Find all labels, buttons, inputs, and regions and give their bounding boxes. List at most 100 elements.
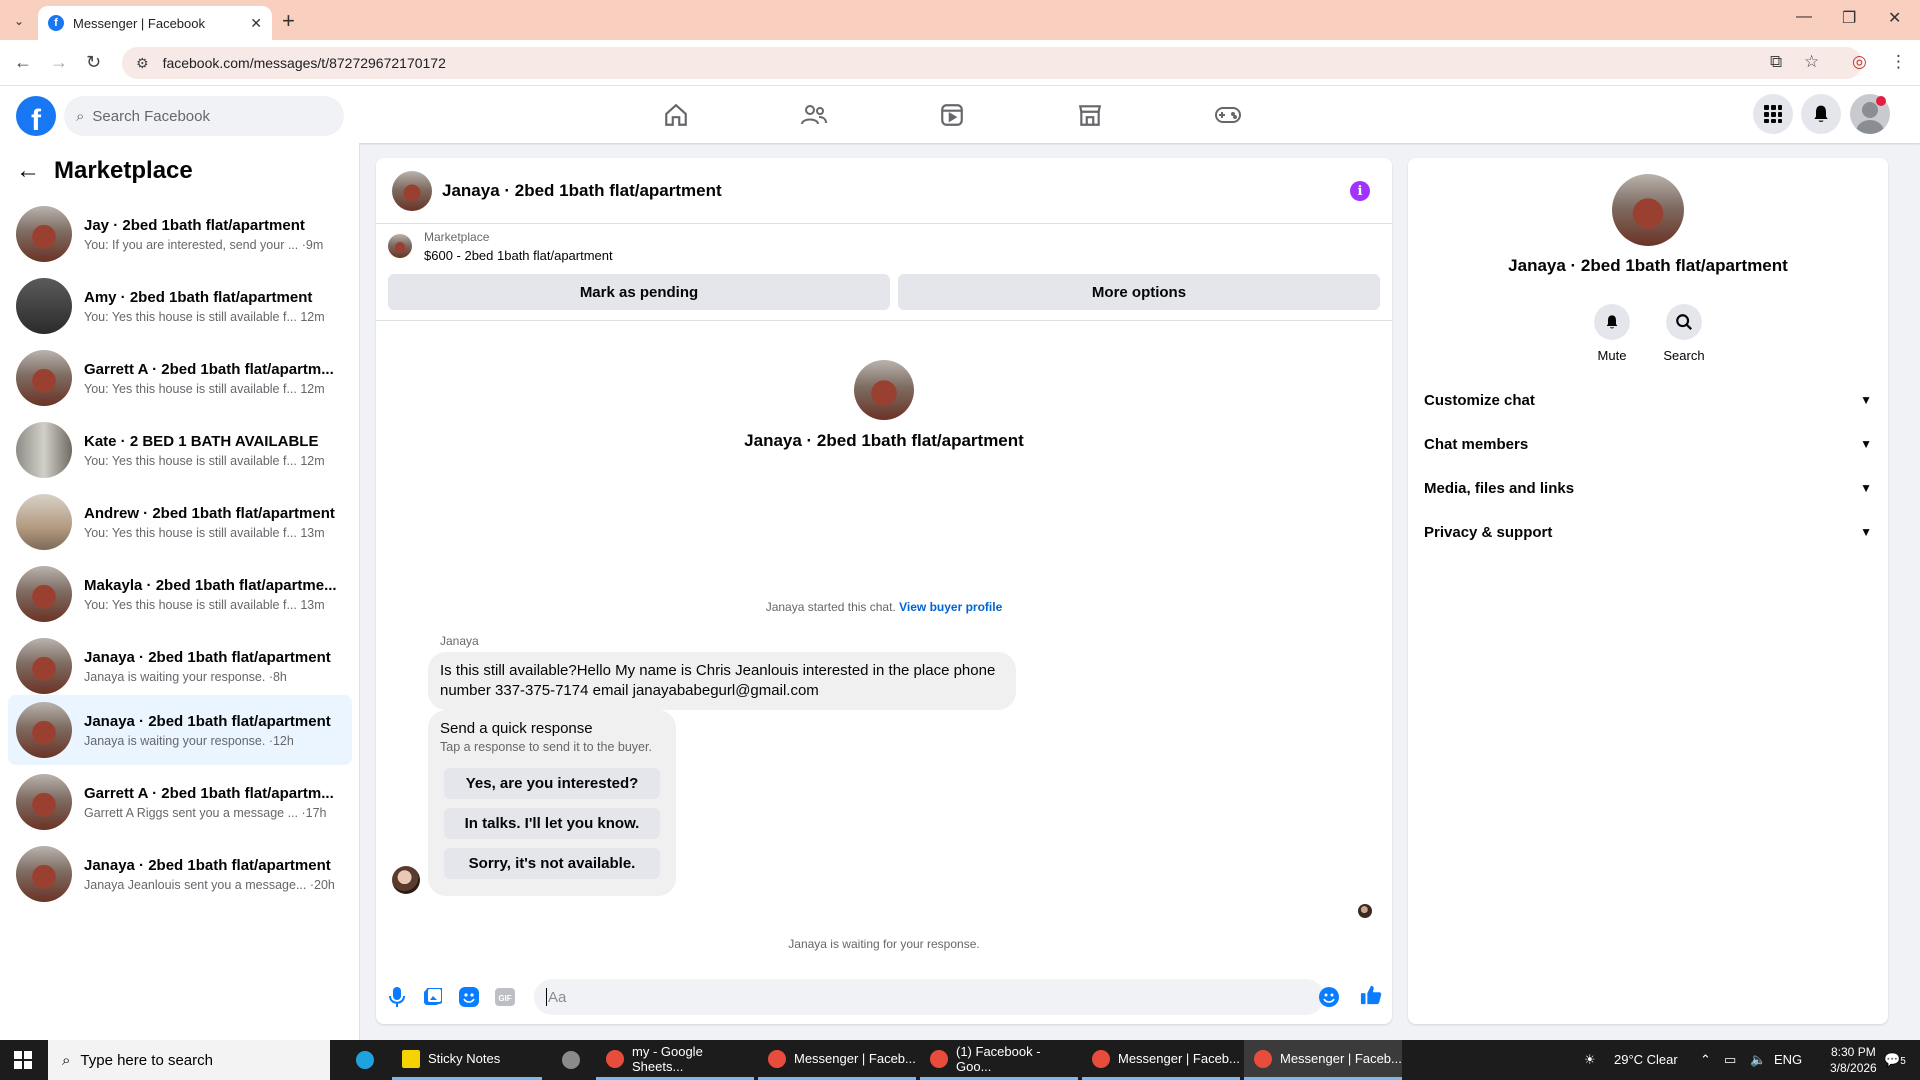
minimize-icon[interactable]: —: [1796, 8, 1812, 26]
menu-grid-icon[interactable]: [1753, 94, 1793, 134]
facebook-logo-icon[interactable]: f: [16, 96, 56, 136]
conversation-item[interactable]: Kate · 2 BED 1 BATH AVAILABLE You: Yes th…: [8, 415, 352, 485]
notification-center-icon[interactable]: 💬5: [1884, 1052, 1906, 1068]
chevron-down-icon: ▼: [1860, 481, 1872, 495]
bookmark-star-icon[interactable]: ☆: [1804, 52, 1819, 72]
reload-icon[interactable]: ↻: [86, 52, 101, 73]
chat-title[interactable]: Janaya · 2bed 1bath flat/apartment: [442, 181, 722, 201]
microphone-icon[interactable]: [386, 986, 408, 1008]
back-arrow-icon[interactable]: ←: [16, 157, 40, 185]
taskbar-sticky-notes[interactable]: Sticky Notes: [392, 1040, 542, 1080]
conversation-avatar: [16, 566, 72, 622]
gaming-icon[interactable]: [1212, 100, 1244, 130]
taskbar-facebook[interactable]: (1) Facebook - Goo...: [920, 1040, 1078, 1080]
conversation-item[interactable]: Garrett A · 2bed 1bath flat/apartm... You…: [8, 343, 352, 413]
friends-icon[interactable]: [798, 100, 830, 130]
message-placeholder: Aa: [548, 988, 567, 1006]
customize-chat-section[interactable]: Customize chat ▼: [1424, 380, 1872, 420]
chat-panel: Janaya · 2bed 1bath flat/apartment i Mar…: [376, 158, 1392, 1024]
taskbar-google-sheets[interactable]: my - Google Sheets...: [596, 1040, 754, 1080]
mark-as-pending-button[interactable]: Mark as pending: [388, 274, 890, 310]
tray-chevron-icon[interactable]: ⌃: [1700, 1052, 1711, 1068]
media-files-links-section[interactable]: Media, files and links ▼: [1424, 468, 1872, 508]
conversation-info-icon[interactable]: i: [1350, 181, 1370, 201]
profile-icon[interactable]: ◎: [1852, 52, 1867, 72]
conversation-preview: Garrett A Riggs sent you a message ... ·…: [84, 805, 327, 820]
taskbar-messenger-2[interactable]: Messenger | Faceb...: [1082, 1040, 1240, 1080]
more-options-button[interactable]: More options: [898, 274, 1380, 310]
text-caret: [546, 988, 547, 1006]
conversation-item[interactable]: Janaya · 2bed 1bath flat/apartment Janaya…: [8, 839, 352, 909]
tab-search-chevron-icon[interactable]: ⌄: [8, 10, 30, 32]
url-field[interactable]: ⚙ facebook.com/messages/t/87272967217017…: [122, 47, 1862, 79]
view-buyer-profile-link[interactable]: View buyer profile: [899, 600, 1002, 614]
marketplace-icon[interactable]: [1074, 100, 1106, 130]
conversation-preview: You: Yes this house is still available f…: [84, 381, 325, 396]
photo-icon[interactable]: [422, 986, 444, 1008]
weather-icon[interactable]: ☀: [1584, 1052, 1596, 1068]
privacy-support-section[interactable]: Privacy & support ▼: [1424, 512, 1872, 552]
conversation-sidebar: ← Marketplace Jay · 2bed 1bath flat/apar…: [0, 143, 360, 1040]
video-icon[interactable]: [936, 100, 968, 130]
bell-icon: [1594, 304, 1630, 340]
facebook-header: f ⌕ Search Facebook: [0, 86, 1920, 143]
gif-icon[interactable]: GIF: [494, 986, 516, 1008]
sidebar-title: Marketplace: [54, 157, 193, 184]
conversation-avatar: [16, 774, 72, 830]
forward-icon[interactable]: →: [50, 52, 68, 73]
new-tab-icon[interactable]: +: [282, 8, 295, 34]
network-icon[interactable]: ▭: [1724, 1052, 1736, 1068]
conversation-name: Amy · 2bed 1bath flat/apartment: [84, 288, 313, 306]
windows-start-icon[interactable]: [14, 1051, 32, 1069]
conversation-item[interactable]: Garrett A · 2bed 1bath flat/apartm... Gar…: [8, 767, 352, 837]
quick-reply-yes-button[interactable]: Yes, are you interested?: [444, 768, 660, 799]
install-app-icon[interactable]: ⧉: [1770, 52, 1782, 72]
edge-icon[interactable]: [346, 1040, 386, 1080]
listing-summary[interactable]: Marketplace $600 - 2bed 1bath flat/apart…: [388, 230, 613, 263]
app-icon[interactable]: [552, 1040, 592, 1080]
conversation-item[interactable]: Jay · 2bed 1bath flat/apartment You: If y…: [8, 199, 352, 269]
conversation-item[interactable]: Janaya · 2bed 1bath flat/apartment Janaya…: [8, 631, 352, 701]
conversation-item[interactable]: Makayla · 2bed 1bath flat/apartme... You:…: [8, 559, 352, 629]
message-input[interactable]: Aa: [534, 979, 1324, 1015]
site-info-icon[interactable]: ⚙: [136, 55, 149, 72]
browser-menu-icon[interactable]: ⋮: [1890, 52, 1907, 72]
tab-close-icon[interactable]: ✕: [250, 15, 262, 32]
conversation-avatar: [16, 494, 72, 550]
sender-avatar: [392, 866, 420, 894]
mute-label: Mute: [1597, 348, 1627, 363]
facebook-search-input[interactable]: ⌕ Search Facebook: [64, 96, 344, 136]
mute-button[interactable]: Mute: [1582, 304, 1642, 363]
clock-time: 8:30 PM: [1831, 1045, 1876, 1059]
volume-icon[interactable]: 🔈: [1750, 1052, 1766, 1068]
conversation-preview: You: Yes this house is still available f…: [84, 597, 325, 612]
conversation-name: Andrew · 2bed 1bath flat/apartment: [84, 504, 335, 522]
search-icon: ⌕: [76, 107, 85, 125]
conversation-item-active[interactable]: Janaya · 2bed 1bath flat/apartment Janaya…: [8, 695, 352, 765]
notifications-bell-icon[interactable]: [1801, 94, 1841, 134]
emoji-icon[interactable]: [1318, 986, 1340, 1008]
home-icon[interactable]: [660, 100, 692, 130]
chat-header-avatar[interactable]: [392, 170, 432, 211]
window-close-icon[interactable]: ✕: [1888, 8, 1901, 28]
conversation-item[interactable]: Andrew · 2bed 1bath flat/apartment You: Y…: [8, 487, 352, 557]
quick-reply-in-talks-button[interactable]: In talks. I'll let you know.: [444, 808, 660, 839]
back-icon[interactable]: ←: [14, 52, 32, 73]
section-label: Media, files and links: [1424, 479, 1575, 497]
search-in-conversation-button[interactable]: Search: [1654, 304, 1714, 363]
taskbar-messenger-1[interactable]: Messenger | Faceb...: [758, 1040, 916, 1080]
conversation-item[interactable]: Amy · 2bed 1bath flat/apartment You: Yes …: [8, 271, 352, 341]
like-thumbs-up-icon[interactable]: [1360, 984, 1382, 1006]
restore-icon[interactable]: ❐: [1842, 8, 1856, 28]
taskbar-search-input[interactable]: ⌕ Type here to search: [48, 1040, 330, 1080]
quick-reply-not-available-button[interactable]: Sorry, it's not available.: [444, 848, 660, 879]
chat-members-section[interactable]: Chat members ▼: [1424, 424, 1872, 464]
taskbar-messenger-active[interactable]: Messenger | Faceb...: [1244, 1040, 1402, 1080]
language-indicator[interactable]: ENG: [1774, 1052, 1802, 1067]
sticker-icon[interactable]: [458, 986, 480, 1008]
browser-tab-active[interactable]: f Messenger | Facebook ✕: [38, 6, 272, 40]
weather-text[interactable]: 29°C Clear: [1614, 1052, 1678, 1067]
clock[interactable]: 8:30 PM 3/8/2026: [1830, 1044, 1877, 1076]
conversation-avatar: [16, 422, 72, 478]
chevron-down-icon: ▼: [1860, 393, 1872, 407]
